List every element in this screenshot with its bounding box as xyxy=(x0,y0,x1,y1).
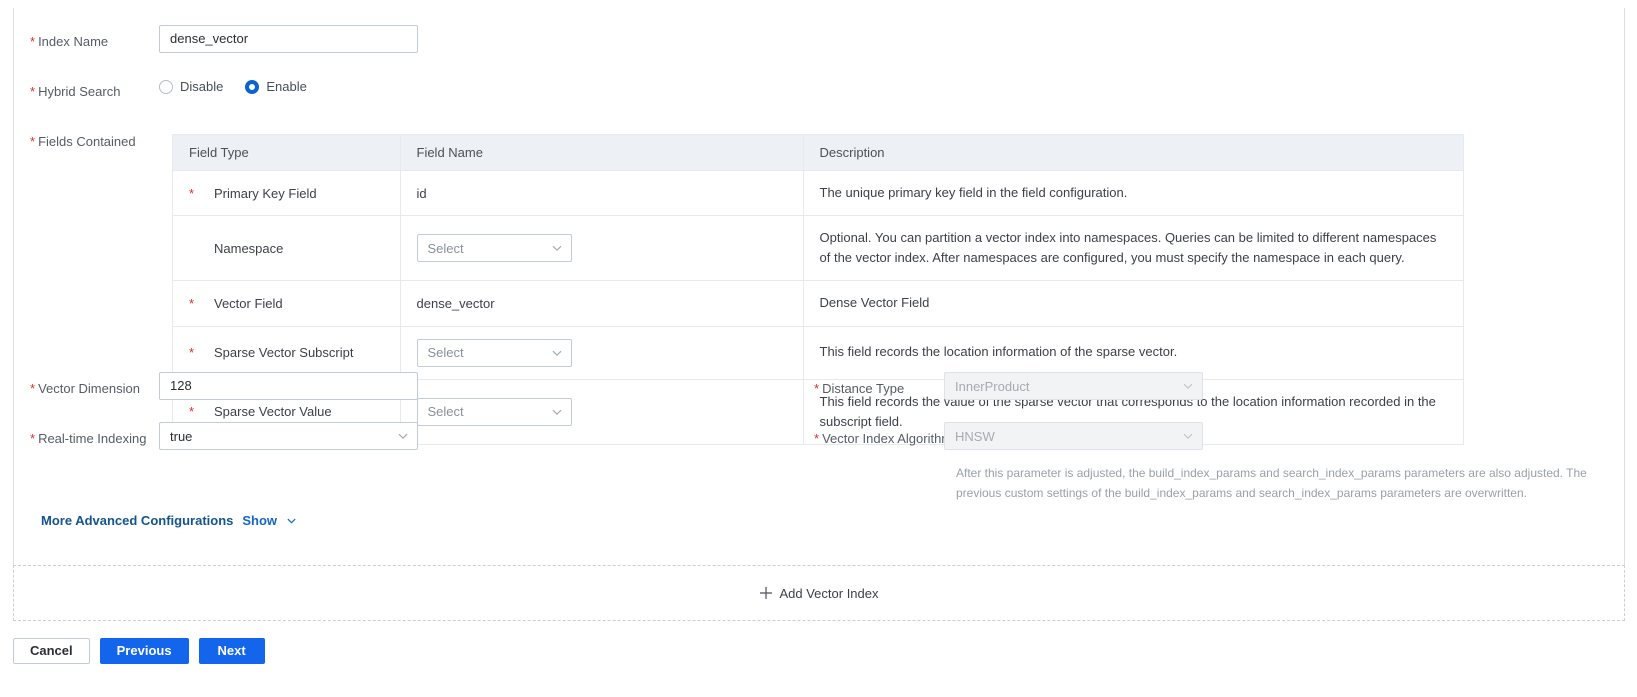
chevron-down-icon xyxy=(1183,433,1193,440)
table-header-row: Field Type Field Name Description xyxy=(173,135,1463,171)
previous-button[interactable]: Previous xyxy=(99,638,189,664)
column-header-field-type: Field Type xyxy=(173,135,401,171)
required-asterisk: * xyxy=(189,185,195,201)
sparse-vector-subscript-select[interactable]: Select xyxy=(416,338,572,367)
hybrid-search-option-disable[interactable]: Disable xyxy=(159,79,223,94)
radio-checked-icon xyxy=(245,79,260,94)
fields-contained-label-text: Fields Contained xyxy=(38,134,136,149)
distance-type-label-text: Distance Type xyxy=(822,381,905,396)
description-text: Optional. You can partition a vector ind… xyxy=(819,230,1437,266)
description-text: This field records the location informat… xyxy=(819,344,1178,360)
distance-type-label: * Distance Type xyxy=(814,381,904,396)
table-row: * Namespace Select xyxy=(173,215,1463,282)
cell-field-name: dense_vector xyxy=(400,280,804,327)
next-button[interactable]: Next xyxy=(198,638,265,664)
required-asterisk: * xyxy=(814,431,820,446)
cell-field-type: * Primary Key Field xyxy=(173,170,401,217)
plus-icon xyxy=(760,587,773,599)
vector-index-algorithm-select-value: HNSW xyxy=(955,428,995,444)
table-row: * Primary Key Field id The unique primar… xyxy=(173,170,1463,217)
cell-field-name: id xyxy=(400,170,804,217)
field-type-label: Namespace xyxy=(214,240,284,256)
description-text: The unique primary key field in the fiel… xyxy=(819,185,1128,200)
cell-field-name: Select xyxy=(400,326,804,380)
field-type-label: Sparse Vector Value xyxy=(214,404,332,420)
vector-dimension-input[interactable] xyxy=(159,372,418,400)
sparse-vector-value-select-value: Select xyxy=(427,404,464,420)
required-asterisk: * xyxy=(814,381,820,396)
chevron-down-icon xyxy=(552,246,561,252)
description-text: Dense Vector Field xyxy=(819,295,930,311)
chevron-down-icon xyxy=(552,350,561,356)
more-advanced-configurations[interactable]: More Advanced Configurations Show xyxy=(41,513,297,528)
column-header-field-name: Field Name xyxy=(400,135,804,171)
cell-field-type: * Namespace xyxy=(173,215,401,282)
index-name-input[interactable] xyxy=(159,25,418,53)
chevron-down-icon xyxy=(552,409,561,415)
field-type-label: Sparse Vector Subscript xyxy=(214,345,354,361)
realtime-indexing-label-text: Real-time Indexing xyxy=(38,431,147,446)
cell-field-name: Select xyxy=(400,215,804,282)
required-asterisk: * xyxy=(189,345,195,361)
required-asterisk: * xyxy=(189,404,195,420)
realtime-indexing-select[interactable]: true xyxy=(159,422,418,450)
required-asterisk: * xyxy=(30,134,36,149)
required-asterisk: * xyxy=(30,431,36,446)
namespace-select[interactable]: Select xyxy=(416,234,572,263)
fields-contained-label: * Fields Contained xyxy=(30,134,136,149)
vector-index-algorithm-select[interactable]: HNSW xyxy=(944,422,1203,450)
field-type-label: Vector Field xyxy=(214,295,283,311)
sparse-vector-subscript-select-value: Select xyxy=(427,345,464,361)
hybrid-search-option-disable-label: Disable xyxy=(180,79,224,94)
index-name-label-text: Index Name xyxy=(38,34,109,49)
chevron-down-icon xyxy=(287,518,296,524)
chevron-down-icon xyxy=(1183,383,1193,390)
required-asterisk: * xyxy=(30,34,36,49)
table-row: * Vector Field dense_vector Dense Vector… xyxy=(173,280,1463,327)
sparse-vector-value-select[interactable]: Select xyxy=(416,397,572,426)
namespace-select-value: Select xyxy=(427,240,464,256)
distance-type-select[interactable]: InnerProduct xyxy=(944,372,1203,400)
hybrid-search-option-enable[interactable]: Enable xyxy=(245,79,307,94)
column-header-description: Description xyxy=(803,135,1463,171)
hybrid-search-label-text: Hybrid Search xyxy=(38,84,121,99)
cell-description: Optional. You can partition a vector ind… xyxy=(803,215,1463,282)
cancel-button[interactable]: Cancel xyxy=(13,638,90,664)
hybrid-search-radio-group: Disable Enable xyxy=(159,79,307,94)
add-vector-index-button[interactable]: Add Vector Index xyxy=(13,565,1625,621)
cell-field-type: * Vector Field xyxy=(173,280,401,327)
hybrid-search-label: * Hybrid Search xyxy=(30,84,120,99)
vector-dimension-label-text: Vector Dimension xyxy=(38,381,140,396)
required-asterisk: * xyxy=(30,84,36,99)
footer-actions: Cancel Previous Next xyxy=(13,638,265,664)
vector-index-config-page: *Index Name *Hybrid Search Disable Enabl… xyxy=(0,0,1637,697)
vector-dimension-label: * Vector Dimension xyxy=(30,381,140,396)
radio-unchecked-icon xyxy=(159,79,173,94)
distance-type-select-value: InnerProduct xyxy=(955,378,1030,394)
realtime-indexing-select-value: true xyxy=(170,428,193,444)
add-vector-index-label: Add Vector Index xyxy=(779,585,879,601)
cell-description: Dense Vector Field xyxy=(803,280,1463,327)
vector-index-algorithm-label-text: Vector Index Algorithm xyxy=(822,431,953,446)
chevron-down-icon xyxy=(398,433,408,440)
more-advanced-configurations-title: More Advanced Configurations xyxy=(41,513,234,528)
vector-index-config-card: *Index Name *Hybrid Search Disable Enabl… xyxy=(13,8,1625,571)
realtime-indexing-label: * Real-time Indexing xyxy=(30,431,146,446)
required-asterisk: * xyxy=(30,381,36,396)
cell-description: The unique primary key field in the fiel… xyxy=(803,170,1463,217)
hybrid-search-option-enable-label: Enable xyxy=(266,79,307,94)
required-asterisk: * xyxy=(189,295,195,311)
vector-index-algorithm-label: * Vector Index Algorithm xyxy=(814,431,952,446)
index-name-label: * Index Name xyxy=(30,34,108,49)
field-type-label: Primary Key Field xyxy=(214,185,317,201)
vector-index-algorithm-helper-text: After this parameter is adjusted, the bu… xyxy=(956,466,1587,500)
cell-field-name: Select xyxy=(400,379,804,445)
more-advanced-configurations-toggle[interactable]: Show xyxy=(242,513,277,528)
